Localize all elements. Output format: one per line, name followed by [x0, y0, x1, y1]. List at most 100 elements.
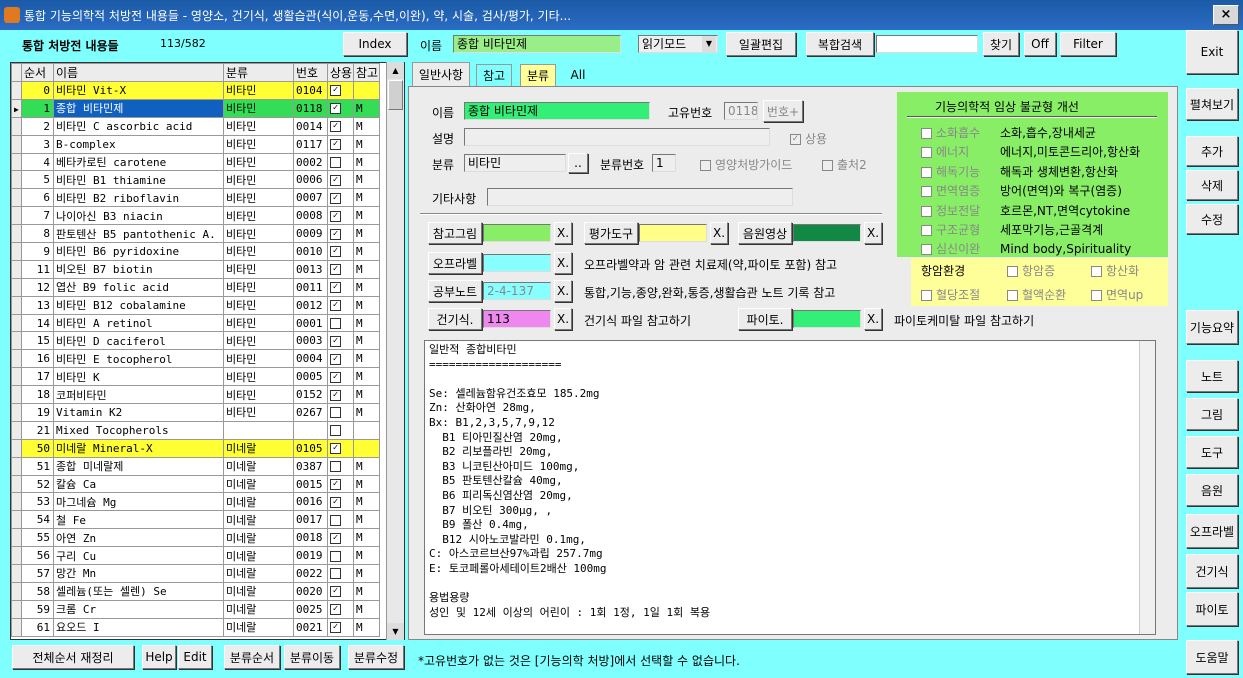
off-label-clear-button[interactable]: X. [554, 252, 572, 274]
row-indicator[interactable] [11, 331, 22, 351]
table-row[interactable]: 59 크롬 Cr 미네랄 0025 ✓ M [11, 599, 380, 619]
checkbox-icon[interactable] [330, 425, 341, 437]
cell-number[interactable]: 0152 [293, 385, 328, 405]
cell-category[interactable]: 미네랄 [223, 438, 294, 458]
checkbox-checked-icon[interactable]: ✓ [330, 532, 341, 544]
cell-common[interactable]: ✓ [327, 599, 354, 619]
anticancer-item-3[interactable]: 혈액순환 [1007, 286, 1066, 303]
cell-ref[interactable] [353, 438, 380, 458]
cell-number[interactable]: 0267 [293, 403, 328, 422]
audio-button[interactable]: 음원 [1186, 474, 1238, 506]
cell-order[interactable]: 50 [21, 438, 54, 458]
cell-common[interactable]: ✓ [327, 259, 354, 279]
table-row[interactable]: 4 베타카로틴 carotene 비타민 0002 M [11, 152, 380, 172]
cell-category[interactable]: 비타민 [223, 403, 294, 422]
row-indicator[interactable] [11, 349, 22, 369]
checkbox-checked-icon[interactable]: ✓ [330, 282, 341, 294]
checkbox-checked-icon[interactable]: ✓ [330, 496, 341, 508]
cell-order[interactable]: 53 [21, 492, 54, 512]
health-food-clear-button[interactable]: X. [554, 308, 572, 330]
cell-name[interactable]: 구리 Cu [53, 546, 224, 566]
tab-general[interactable]: 일반사항 [412, 62, 470, 86]
cell-common[interactable]: ✓ [327, 188, 354, 208]
cell-order[interactable]: 0 [21, 81, 54, 100]
modify-button[interactable]: 수정 [1186, 204, 1238, 234]
cell-ref[interactable]: M [353, 206, 380, 226]
row-indicator[interactable] [11, 617, 22, 637]
cell-order[interactable]: 58 [21, 581, 54, 601]
cell-common[interactable]: ✓ [327, 116, 354, 136]
cell-order[interactable]: 55 [21, 528, 54, 548]
cell-common[interactable] [327, 420, 354, 440]
row-indicator[interactable] [11, 438, 22, 458]
cell-common[interactable]: ✓ [327, 349, 354, 369]
cell-order[interactable]: 7 [21, 206, 54, 226]
checkbox-checked-icon[interactable]: ✓ [330, 192, 341, 204]
common-checkbox[interactable]: ✓ 상용 [790, 130, 827, 147]
cell-order[interactable]: 4 [21, 152, 54, 172]
cell-ref[interactable]: M [353, 331, 380, 351]
checkbox-icon[interactable] [330, 550, 341, 562]
cell-ref[interactable]: M [353, 367, 380, 387]
imbalance-item[interactable]: 구조균형 세포막기능,근골격계 [921, 221, 1103, 238]
cell-common[interactable]: ✓ [327, 134, 354, 154]
source2-checkbox[interactable]: 출처2 [822, 156, 867, 173]
cell-category[interactable]: 미네랄 [223, 581, 294, 601]
cell-ref[interactable]: M [353, 546, 380, 566]
imbalance-item[interactable]: 해독기능 해독과 생체변환,항산화 [921, 163, 1118, 180]
cell-name[interactable]: 요오드 I [53, 617, 224, 637]
cell-category[interactable]: 비타민 [223, 98, 294, 118]
cell-common[interactable]: ✓ [327, 617, 354, 637]
row-indicator[interactable] [11, 206, 22, 226]
row-indicator[interactable] [11, 599, 22, 619]
catno-field[interactable]: 1 [652, 154, 676, 172]
cell-number[interactable]: 0105 [293, 438, 328, 458]
search-input[interactable] [876, 35, 978, 53]
category-order-button[interactable]: 분류순서 [224, 645, 280, 669]
checkbox-icon[interactable] [330, 318, 341, 330]
cell-common[interactable]: ✓ [327, 81, 354, 100]
off-label-button[interactable]: 오프라벨 [428, 252, 482, 274]
cell-order[interactable]: 61 [21, 617, 54, 637]
cell-ref[interactable]: M [353, 242, 380, 261]
table-row[interactable]: 19 Vitamin K2 비타민 0267 M [11, 403, 380, 422]
cell-name[interactable]: 비타민 E tocopherol [53, 349, 224, 369]
cell-order[interactable]: 9 [21, 242, 54, 261]
cell-number[interactable]: 0008 [293, 206, 328, 226]
checkbox-checked-icon[interactable]: ✓ [330, 479, 341, 491]
cell-name[interactable]: Vitamin K2 [53, 403, 224, 422]
checkbox-checked-icon[interactable]: ✓ [330, 264, 341, 276]
cell-order[interactable]: 16 [21, 349, 54, 369]
cell-name[interactable]: 크롬 Cr [53, 599, 224, 619]
table-row[interactable]: 18 코퍼비타민 비타민 0152 ✓ M [11, 385, 380, 405]
row-indicator[interactable] [11, 528, 22, 548]
table-row[interactable]: 54 철 Fe 미네랄 0017 M [11, 510, 380, 530]
add-button[interactable]: 추가 [1186, 136, 1238, 166]
cell-name[interactable]: 철 Fe [53, 510, 224, 530]
cell-name[interactable]: 비타민 K [53, 367, 224, 387]
table-row[interactable]: 50 미네랄 Mineral-X 미네랄 0105 ✓ [11, 438, 380, 458]
row-indicator[interactable] [11, 581, 22, 601]
cell-order[interactable]: 54 [21, 510, 54, 530]
cell-number[interactable]: 0016 [293, 492, 328, 512]
cell-ref[interactable]: M [353, 134, 380, 154]
cell-ref[interactable]: M [353, 259, 380, 279]
name-display[interactable]: 종합 비타민제 [453, 35, 621, 53]
cell-number[interactable]: 0020 [293, 581, 328, 601]
cell-name[interactable]: 비타민 B1 thiamine [53, 170, 224, 190]
scroll-down-icon[interactable]: ▼ [387, 623, 404, 640]
filter-button[interactable]: Filter [1060, 32, 1116, 56]
uid-plus-button[interactable]: 번호+ [763, 100, 803, 122]
health-food-field[interactable]: 113 [483, 310, 551, 328]
cell-category[interactable]: 비타민 [223, 116, 294, 136]
cell-ref[interactable]: M [353, 456, 380, 476]
cell-category[interactable]: 미네랄 [223, 617, 294, 637]
cell-order[interactable]: 18 [21, 385, 54, 405]
cell-name[interactable]: 비타민 Vit-X [53, 81, 224, 100]
row-indicator[interactable] [11, 385, 22, 405]
table-row[interactable]: 5 비타민 B1 thiamine 비타민 0006 ✓ M [11, 170, 380, 190]
table-row[interactable]: 16 비타민 E tocopherol 비타민 0004 ✓ M [11, 349, 380, 369]
col-header-name[interactable]: 이름 [53, 63, 224, 82]
cell-ref[interactable]: M [353, 116, 380, 136]
cell-order[interactable]: 2 [21, 116, 54, 136]
